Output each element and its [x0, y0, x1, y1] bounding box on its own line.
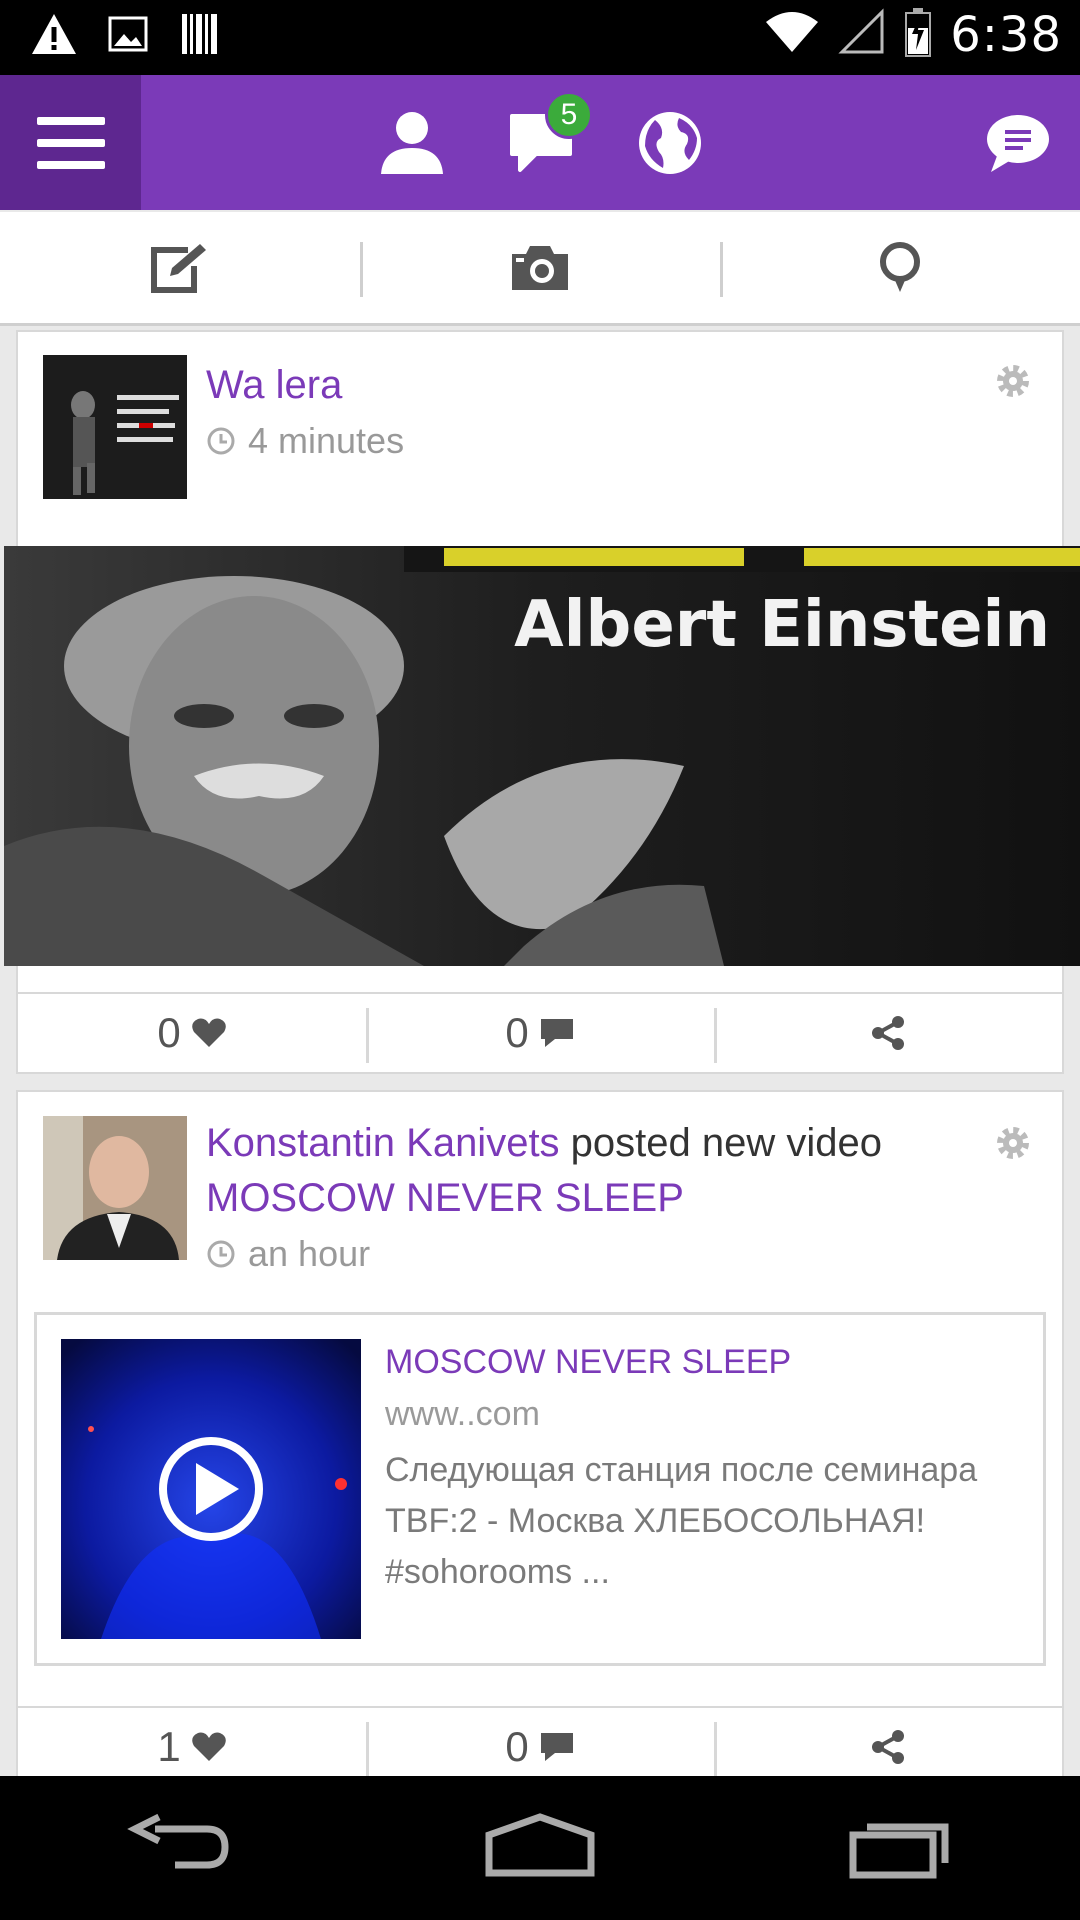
app-bar: 5: [0, 75, 1080, 210]
camera-icon: [512, 245, 568, 290]
warning-icon: [30, 10, 78, 63]
share-button[interactable]: [714, 1708, 1062, 1786]
chat-icon: [987, 115, 1049, 172]
post-options-button[interactable]: [994, 1124, 1032, 1167]
heart-icon: [191, 1732, 226, 1761]
post-time-text: an hour: [248, 1233, 371, 1274]
post-time: an hour: [206, 1226, 1002, 1281]
post-actions: 0 0: [18, 992, 1062, 1072]
video-title-link[interactable]: MOSCOW NEVER SLEEP: [206, 1171, 1002, 1226]
author-name[interactable]: Konstantin Kanivets: [206, 1121, 560, 1165]
battery-icon: [904, 6, 932, 63]
recents-button[interactable]: [845, 1811, 955, 1886]
like-count: 0: [157, 1009, 181, 1056]
link-description: Следующая станция после семинара TBF:2 -…: [385, 1451, 978, 1591]
clock-icon: [207, 1240, 235, 1267]
messages-button[interactable]: 5: [503, 91, 593, 181]
author-name[interactable]: Wa lera: [206, 358, 1002, 413]
photo-button[interactable]: [360, 212, 720, 323]
globe-button[interactable]: [632, 105, 708, 181]
share-button[interactable]: [714, 994, 1062, 1072]
profile-button[interactable]: [374, 105, 450, 181]
post-header: Wa lera 4 minutes: [206, 358, 1002, 468]
check-in-button[interactable]: [720, 212, 1080, 323]
status-bar: 6:38: [0, 0, 1080, 75]
system-nav-bar: [0, 1776, 1080, 1920]
back-icon: [127, 1813, 229, 1868]
gear-icon: [997, 365, 1029, 397]
comment-icon: [540, 1019, 573, 1047]
image-icon: [106, 12, 150, 61]
post-action-text: posted new video: [559, 1121, 883, 1165]
clock-icon: [207, 427, 235, 454]
author-avatar[interactable]: [43, 355, 187, 499]
menu-button[interactable]: [0, 75, 141, 210]
composer-bar: [0, 212, 1080, 326]
video-thumbnail[interactable]: [61, 1339, 361, 1639]
author-avatar[interactable]: [43, 1116, 187, 1260]
globe-icon: [639, 112, 701, 174]
menu-icon: [36, 110, 105, 176]
home-button[interactable]: [485, 1811, 595, 1886]
feed-post: Wa lera 4 minutes Albert Einstein 0 0: [4, 330, 1080, 1074]
comment-icon: [540, 1733, 573, 1761]
signal-icon: [838, 8, 886, 61]
location-icon: [880, 241, 920, 292]
status-edit-icon: [151, 243, 206, 293]
comment-count: 0: [505, 1723, 529, 1770]
post-image[interactable]: Albert Einstein: [4, 546, 1080, 966]
post-title-line: Konstantin Kanivets posted new video: [206, 1116, 1002, 1171]
recents-icon: [849, 1823, 949, 1878]
like-count: 1: [157, 1723, 181, 1770]
share-icon: [872, 1730, 904, 1764]
wifi-icon: [764, 8, 820, 61]
clock: 6:38: [950, 6, 1062, 63]
link-preview[interactable]: MOSCOW NEVER SLEEP www..com Следующая ст…: [34, 1312, 1046, 1666]
image-caption: Albert Einstein: [514, 588, 1050, 662]
post-time-text: 4 minutes: [248, 420, 405, 461]
feed-post: Konstantin Kanivets posted new video MOS…: [16, 1090, 1064, 1790]
post-header: Konstantin Kanivets posted new video MOS…: [206, 1116, 1002, 1281]
profile-icon: [381, 112, 443, 174]
like-button[interactable]: 0: [18, 994, 366, 1072]
comment-count: 0: [505, 1009, 529, 1056]
write-status-button[interactable]: [0, 212, 360, 323]
gear-icon: [997, 1127, 1029, 1159]
messages-badge: 5: [545, 91, 593, 139]
back-button[interactable]: [125, 1811, 235, 1886]
chat-button[interactable]: [980, 105, 1056, 181]
barcode-icon: [178, 10, 222, 63]
link-url: www..com: [385, 1395, 540, 1433]
comment-button[interactable]: 0: [366, 994, 714, 1072]
comment-button[interactable]: 0: [366, 1708, 714, 1786]
post-actions: 1 0: [18, 1706, 1062, 1786]
like-button[interactable]: 1: [18, 1708, 366, 1786]
share-icon: [872, 1016, 904, 1050]
heart-icon: [191, 1018, 226, 1047]
post-options-button[interactable]: [994, 362, 1032, 405]
link-title[interactable]: MOSCOW NEVER SLEEP: [385, 1343, 791, 1382]
post-time: 4 minutes: [206, 413, 1002, 468]
home-icon: [485, 1812, 595, 1876]
